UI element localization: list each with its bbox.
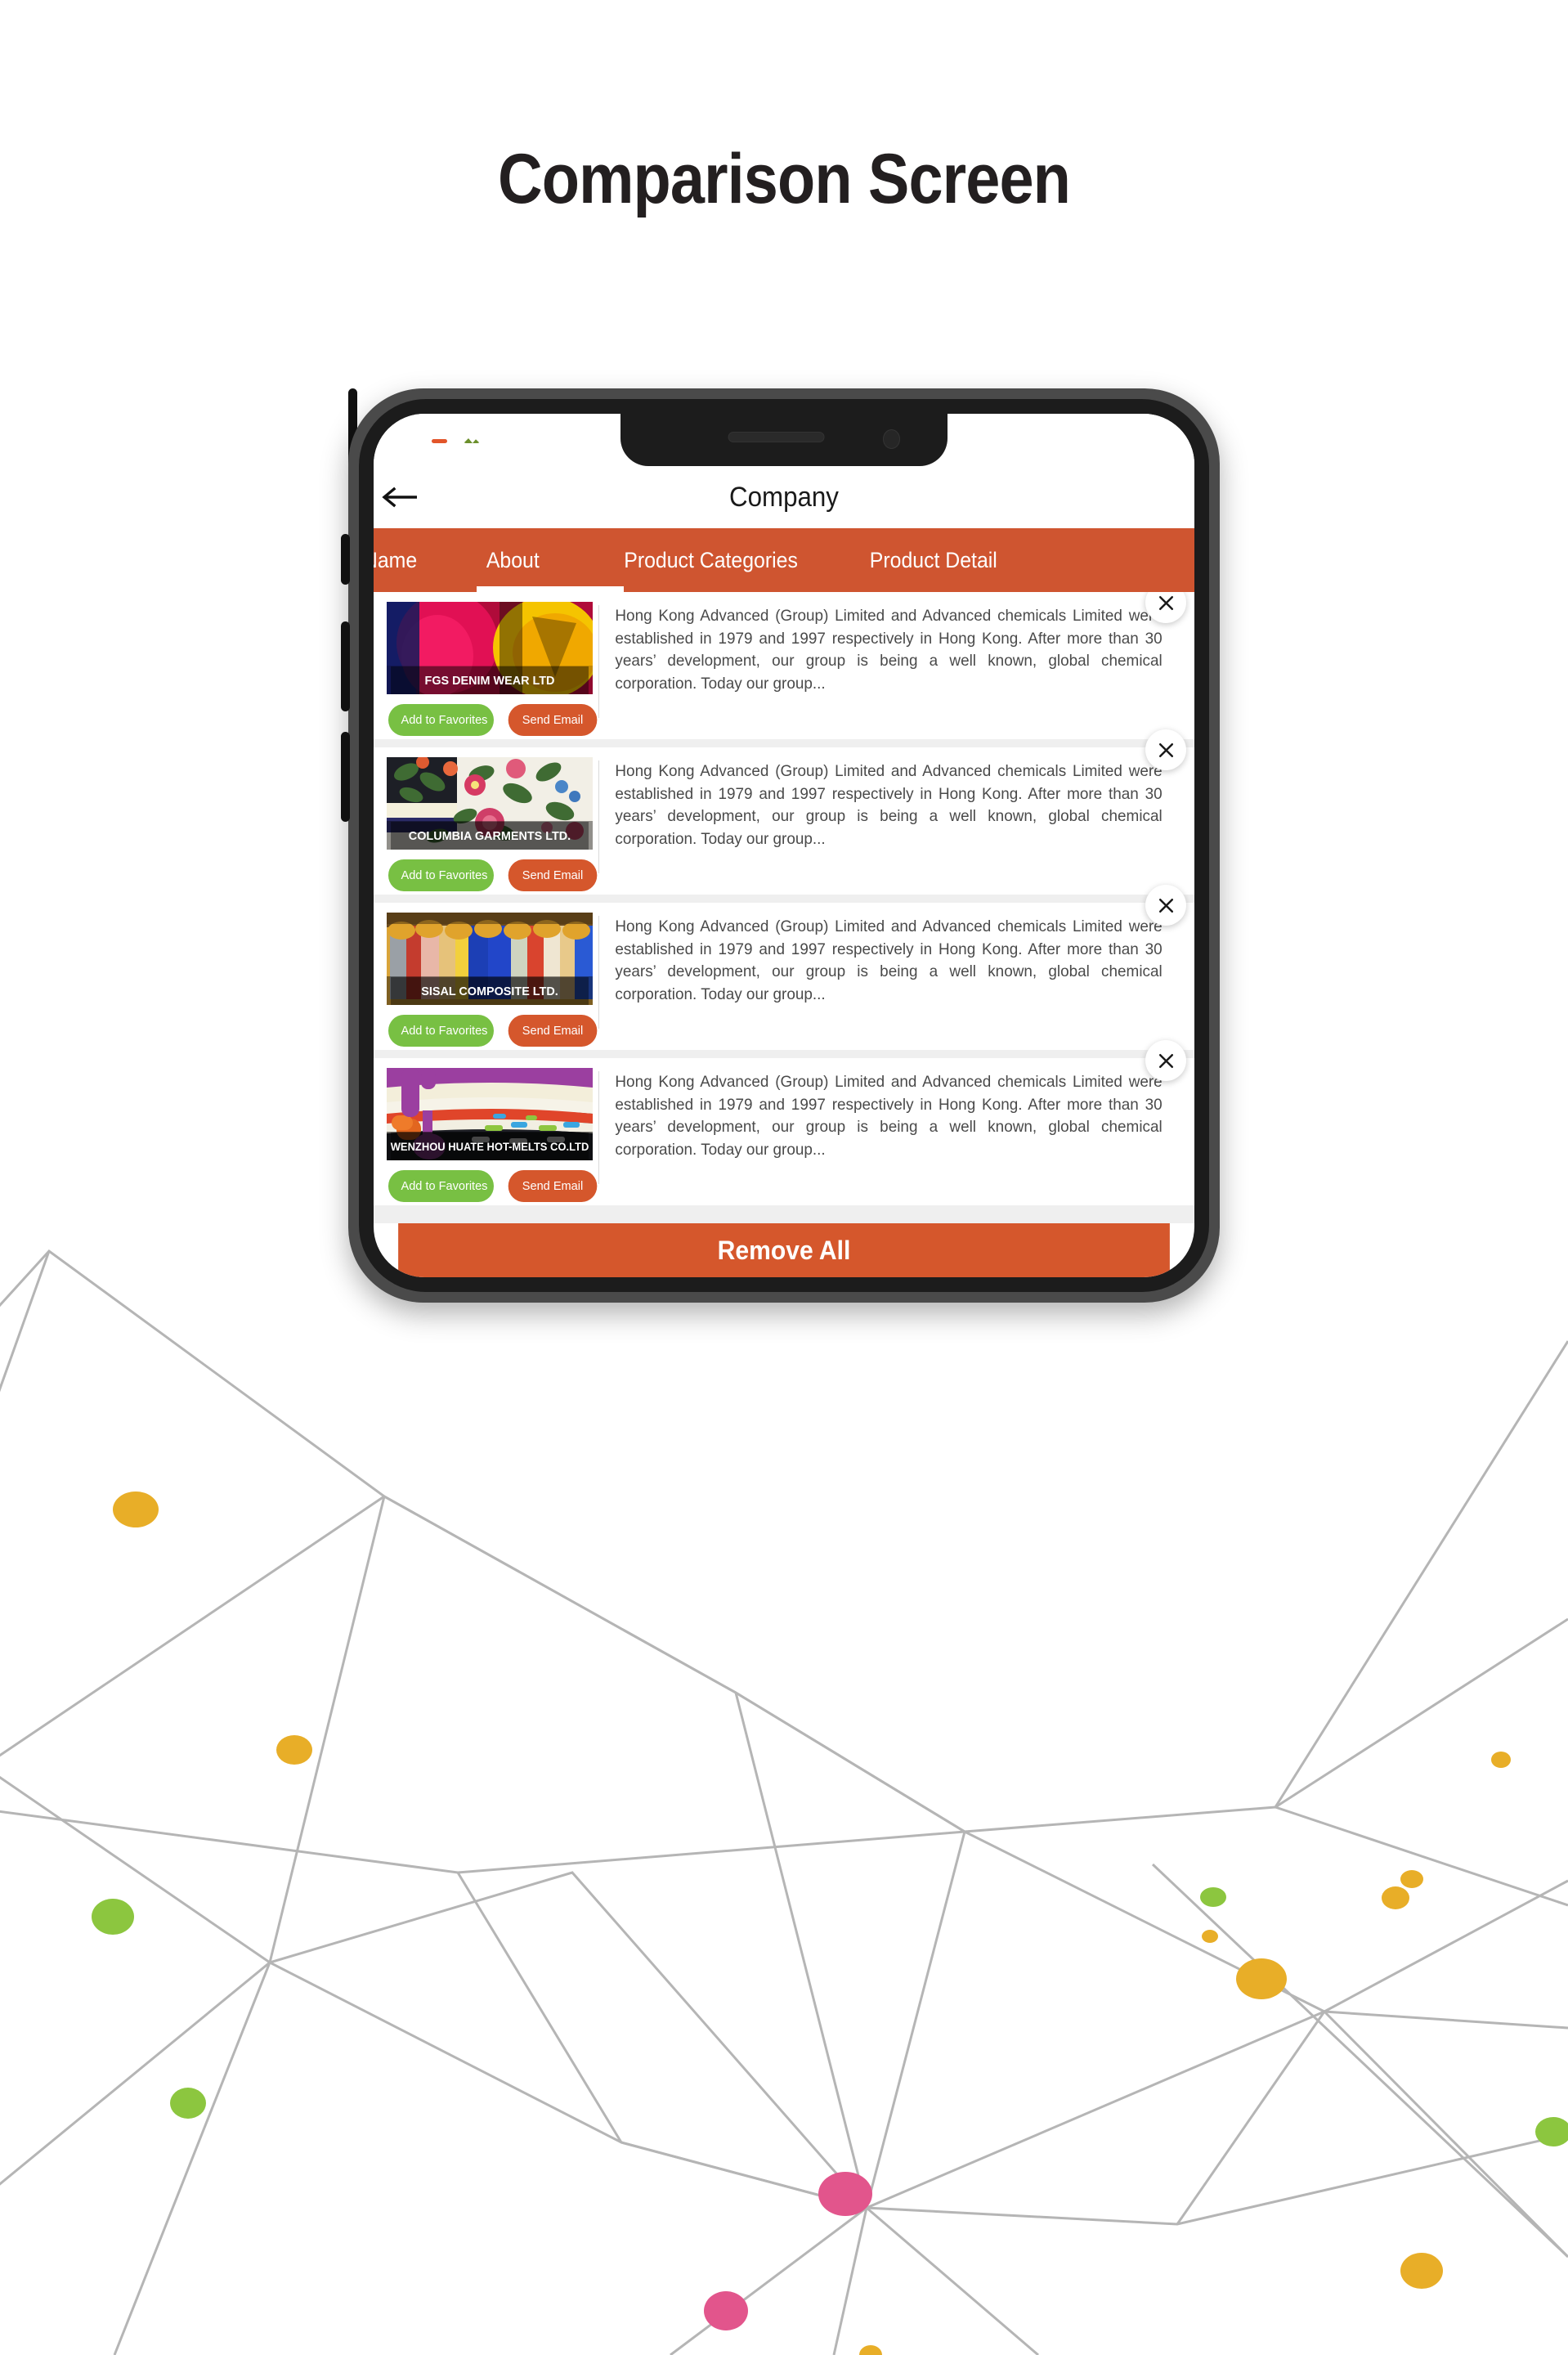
tab-about[interactable]: About xyxy=(486,548,540,573)
app-bar: Company xyxy=(374,466,1194,528)
tab-product-categories[interactable]: Product Categories xyxy=(624,548,798,573)
card-media-column: WENZHOU HUATE HOT-MELTS CO.LTD Add to Fa… xyxy=(374,1058,598,1205)
comparison-card[interactable]: FGS DENIM WEAR LTD Add to Favorites Send… xyxy=(374,592,1194,739)
earpiece-speaker-icon xyxy=(728,432,825,442)
company-description: Hong Kong Advanced (Group) Limited and A… xyxy=(615,917,1163,1003)
tab-bar: Name About Product Categories Product De… xyxy=(374,528,1194,592)
add-to-favorites-button[interactable]: Add to Favorites xyxy=(388,1170,495,1202)
company-thumbnail: WENZHOU HUATE HOT-MELTS CO.LTD xyxy=(387,1068,593,1160)
add-to-favorites-button[interactable]: Add to Favorites xyxy=(388,704,495,736)
company-name-overlay: FGS DENIM WEAR LTD xyxy=(391,666,589,694)
volume-up-button[interactable] xyxy=(341,621,350,711)
company-description: Hong Kong Advanced (Group) Limited and A… xyxy=(615,762,1163,848)
add-to-favorites-button[interactable]: Add to Favorites xyxy=(388,1015,495,1047)
card-actions: Add to Favorites Send Email xyxy=(387,704,598,736)
phone-screen: Company Name About Product Categories Pr… xyxy=(374,414,1194,1277)
company-thumbnail: SISAL COMPOSITE LTD. xyxy=(387,913,593,1005)
comparison-card[interactable]: WENZHOU HUATE HOT-MELTS CO.LTD Add to Fa… xyxy=(374,1040,1194,1205)
add-to-favorites-button[interactable]: Add to Favorites xyxy=(388,859,495,891)
company-name-overlay: SISAL COMPOSITE LTD. xyxy=(391,977,589,1005)
card-media-column: COLUMBIA GARMENTS LTD. Add to Favorites … xyxy=(374,747,598,895)
green-signal-icon xyxy=(464,438,480,443)
front-camera-icon xyxy=(883,429,900,449)
tab-product-detail[interactable]: Product Detail xyxy=(870,548,997,573)
company-thumbnail: FGS DENIM WEAR LTD xyxy=(387,602,593,694)
silent-switch-button[interactable] xyxy=(341,534,350,585)
card-actions: Add to Favorites Send Email xyxy=(387,1015,598,1047)
company-description: Hong Kong Advanced (Group) Limited and A… xyxy=(615,607,1163,693)
active-tab-indicator xyxy=(477,586,624,592)
phone-notch xyxy=(620,414,948,466)
close-icon[interactable] xyxy=(1145,885,1186,926)
app-bar-title: Company xyxy=(729,481,839,513)
comparison-list[interactable]: FGS DENIM WEAR LTD Add to Favorites Send… xyxy=(374,592,1194,1223)
send-email-button[interactable]: Send Email xyxy=(508,704,598,736)
company-name-overlay: WENZHOU HUATE HOT-MELTS CO.LTD xyxy=(391,1133,589,1160)
tab-name[interactable]: Name xyxy=(374,548,417,573)
page-title: Comparison Screen xyxy=(497,140,1071,218)
company-name-overlay: COLUMBIA GARMENTS LTD. xyxy=(391,822,589,850)
screenshot-root: Comparison Screen Company ame About Prod… xyxy=(0,0,1568,2355)
remove-all-button[interactable]: Remove All xyxy=(398,1223,1170,1277)
card-media-column: SISAL COMPOSITE LTD. Add to Favorites Se… xyxy=(374,903,598,1050)
card-actions: Add to Favorites Send Email xyxy=(387,1170,598,1202)
company-description: Hong Kong Advanced (Group) Limited and A… xyxy=(615,1073,1163,1159)
phone-mockup: Company Name About Product Categories Pr… xyxy=(341,388,1220,1303)
comparison-card[interactable]: SISAL COMPOSITE LTD. Add to Favorites Se… xyxy=(374,885,1194,1050)
send-email-button[interactable]: Send Email xyxy=(508,859,598,891)
deco-dots xyxy=(92,1492,1568,2355)
company-thumbnail: COLUMBIA GARMENTS LTD. xyxy=(387,757,593,850)
card-actions: Add to Favorites Send Email xyxy=(387,859,598,891)
comparison-card[interactable]: COLUMBIA GARMENTS LTD. Add to Favorites … xyxy=(374,729,1194,895)
send-email-button[interactable]: Send Email xyxy=(508,1015,598,1047)
send-email-button[interactable]: Send Email xyxy=(508,1170,598,1202)
orange-indicator-icon xyxy=(432,439,447,443)
volume-down-button[interactable] xyxy=(341,732,350,822)
close-icon[interactable] xyxy=(1145,729,1186,770)
close-icon[interactable] xyxy=(1145,1040,1186,1081)
card-media-column: FGS DENIM WEAR LTD Add to Favorites Send… xyxy=(374,592,598,739)
